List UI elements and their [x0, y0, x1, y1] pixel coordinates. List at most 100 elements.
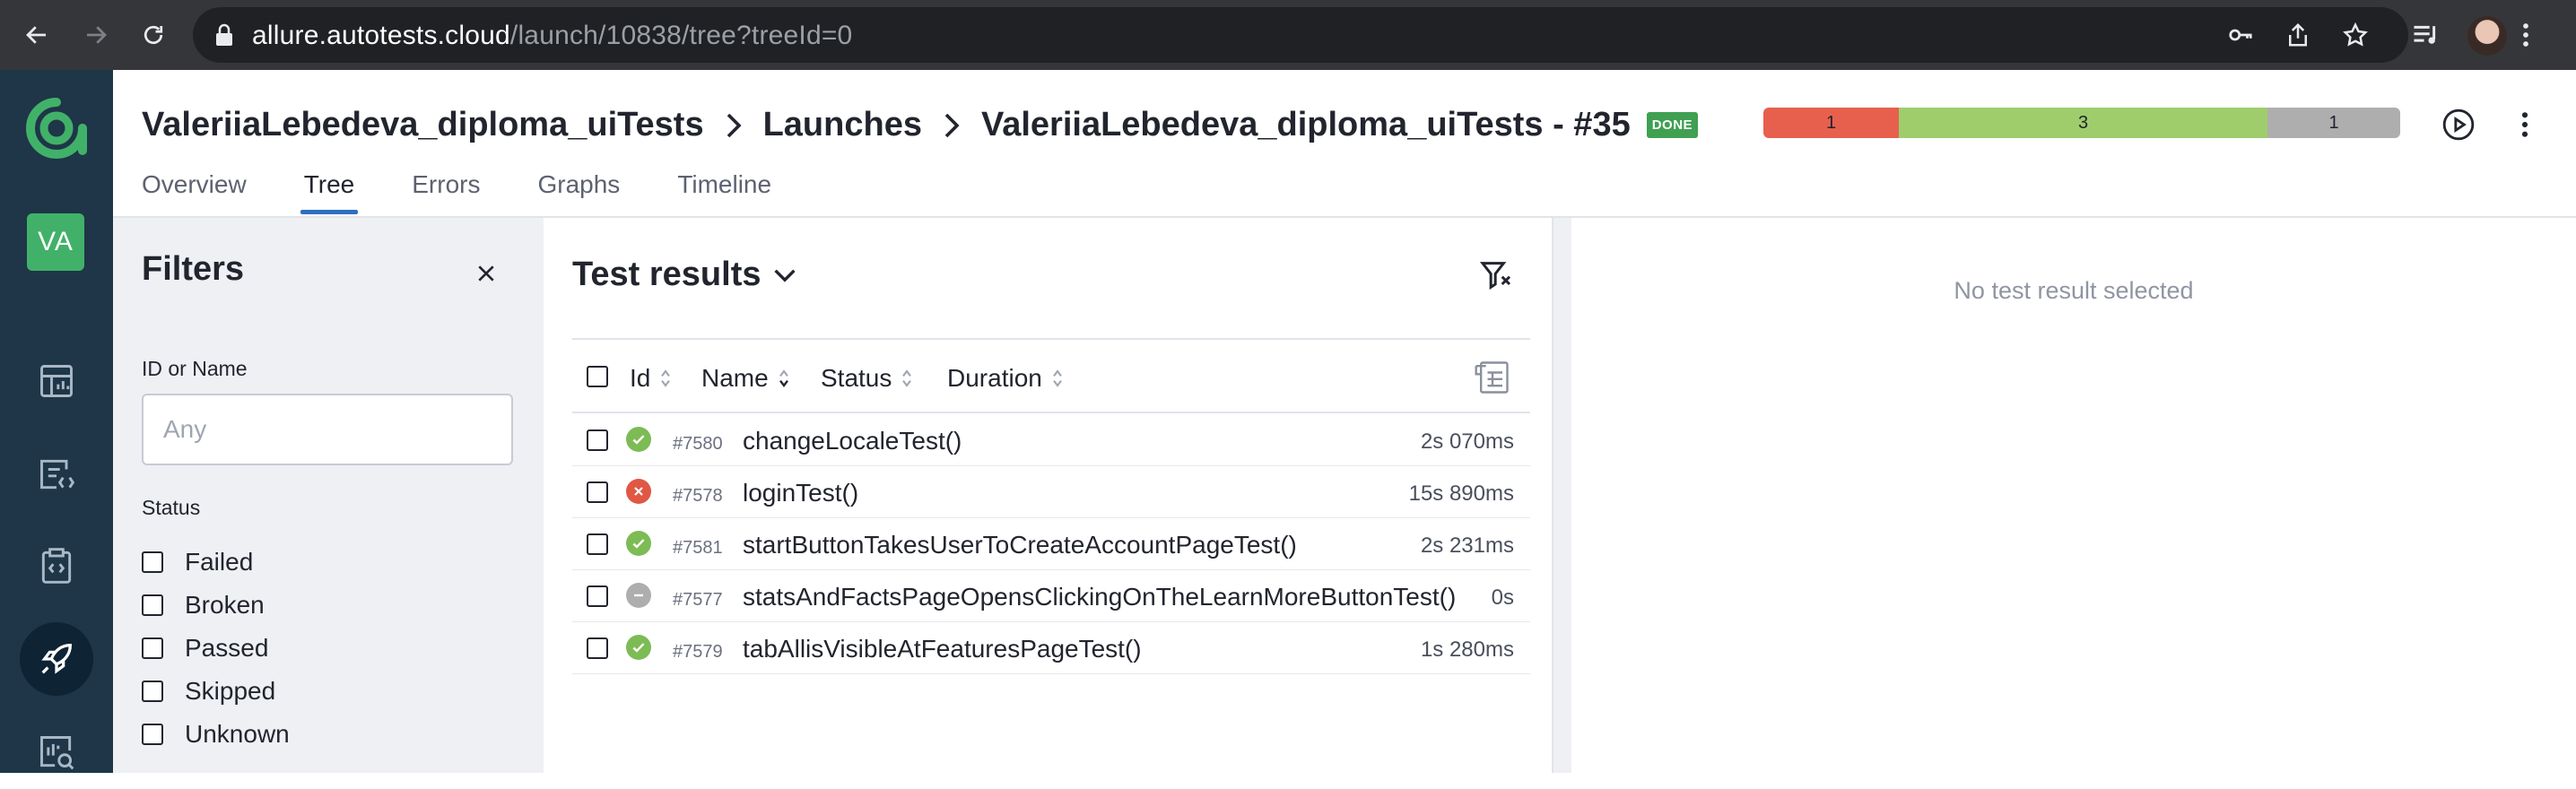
url-host: allure.autotests.cloud	[252, 21, 510, 50]
back-arrow-icon[interactable]	[18, 16, 56, 54]
launches-list-icon[interactable]	[20, 438, 93, 511]
row-checkbox[interactable]	[587, 585, 608, 607]
column-status[interactable]: Status	[821, 364, 913, 393]
share-icon[interactable]	[2279, 16, 2317, 54]
select-all-checkbox[interactable]	[587, 366, 608, 387]
test-name[interactable]: statsAndFactsPageOpensClickingOnTheLearn…	[743, 583, 1456, 611]
chevron-right-icon	[942, 112, 962, 139]
table-row[interactable]: #7577 statsAndFactsPageOpensClickingOnTh…	[572, 570, 1530, 622]
sort-icon	[778, 368, 790, 389]
key-icon[interactable]	[2222, 16, 2259, 54]
test-duration: 2s 231ms	[1420, 533, 1514, 558]
column-duration[interactable]: Duration	[947, 364, 1064, 393]
column-status-label: Status	[821, 364, 892, 392]
tab-overview[interactable]: Overview	[142, 170, 247, 212]
test-id: #7578	[673, 486, 723, 506]
project-avatar[interactable]: VA	[27, 213, 84, 271]
left-sidebar: VA	[0, 70, 113, 773]
rerun-play-icon[interactable]	[2440, 106, 2477, 143]
column-name-label: Name	[701, 364, 769, 392]
results-table-header: Id Name Status Duration	[572, 338, 1530, 413]
table-row[interactable]: #7580 changeLocaleTest() 2s 070ms	[572, 414, 1530, 466]
status-option-label: Broken	[185, 591, 265, 619]
reload-icon[interactable]	[135, 16, 172, 54]
chevron-down-icon	[773, 267, 796, 283]
test-id: #7581	[673, 538, 723, 558]
test-id: #7580	[673, 434, 723, 454]
test-name[interactable]: startButtonTakesUserToCreateAccountPageT…	[743, 531, 1297, 559]
column-id[interactable]: Id	[630, 364, 672, 393]
bookmark-star-icon[interactable]	[2337, 16, 2374, 54]
launch-statistic-bar[interactable]: 1 3 1	[1763, 108, 2400, 138]
tree-view-icon[interactable]	[1473, 358, 1512, 397]
results-title: Test results	[572, 256, 761, 293]
allure-logo-icon[interactable]	[25, 97, 88, 160]
analytics-search-icon[interactable]	[20, 715, 93, 789]
browser-menu-icon[interactable]	[2507, 16, 2545, 54]
clear-filter-icon[interactable]	[1476, 256, 1516, 295]
checkbox[interactable]	[142, 681, 163, 702]
id-name-input[interactable]	[142, 394, 513, 465]
test-duration: 0s	[1491, 585, 1514, 610]
test-name[interactable]: changeLocaleTest()	[743, 427, 962, 455]
passed-status-icon	[626, 427, 651, 452]
address-bar[interactable]: allure.autotests.cloud/launch/10838/tree…	[193, 7, 2408, 63]
tab-timeline[interactable]: Timeline	[677, 170, 771, 212]
test-duration: 2s 070ms	[1420, 429, 1514, 454]
failed-status-icon	[626, 479, 651, 504]
stat-skipped[interactable]: 1	[2267, 108, 2400, 138]
more-menu-icon[interactable]	[2506, 106, 2544, 143]
url-text: allure.autotests.cloud/launch/10838/tree…	[252, 21, 852, 51]
status-option-broken[interactable]: Broken	[142, 591, 265, 620]
table-row[interactable]: #7578 loginTest() 15s 890ms	[572, 466, 1530, 518]
table-row[interactable]: #7581 startButtonTakesUserToCreateAccoun…	[572, 518, 1530, 570]
reading-list-icon[interactable]	[2407, 16, 2445, 54]
browser-toolbar: allure.autotests.cloud/launch/10838/tree…	[0, 0, 2576, 70]
column-id-label: Id	[630, 364, 651, 392]
status-label: Status	[142, 496, 201, 519]
passed-status-icon	[626, 531, 651, 556]
forward-arrow-icon[interactable]	[77, 16, 115, 54]
status-option-label: Skipped	[185, 677, 276, 705]
checkbox[interactable]	[142, 594, 163, 616]
results-title-dropdown[interactable]: Test results	[572, 256, 796, 294]
checkbox[interactable]	[142, 724, 163, 745]
profile-avatar[interactable]	[2467, 16, 2507, 56]
breadcrumb: ValeriiaLebedeva_diploma_uiTests Launche…	[142, 106, 1699, 144]
sort-icon	[659, 368, 672, 389]
table-row[interactable]: #7579 tabAllisVisibleAtFeaturesPageTest(…	[572, 622, 1530, 674]
status-option-skipped[interactable]: Skipped	[142, 677, 275, 706]
filters-title: Filters	[142, 250, 245, 288]
breadcrumb-project[interactable]: ValeriiaLebedeva_diploma_uiTests	[142, 106, 704, 144]
close-icon[interactable]	[468, 256, 504, 291]
tab-tree[interactable]: Tree	[300, 170, 358, 214]
dashboards-icon[interactable]	[20, 344, 93, 418]
column-name[interactable]: Name	[701, 364, 790, 393]
row-checkbox[interactable]	[587, 481, 608, 503]
stat-failed[interactable]: 1	[1763, 108, 1899, 138]
status-option-passed[interactable]: Passed	[142, 634, 268, 663]
tab-graphs[interactable]: Graphs	[537, 170, 620, 212]
checkbox[interactable]	[142, 551, 163, 573]
tab-errors[interactable]: Errors	[412, 170, 480, 212]
test-name[interactable]: loginTest()	[743, 479, 858, 507]
test-id: #7577	[673, 590, 723, 610]
launches-rocket-icon[interactable]	[20, 622, 93, 696]
sort-icon	[1051, 368, 1064, 389]
stat-passed[interactable]: 3	[1899, 108, 2267, 138]
status-option-label: Unknown	[185, 720, 290, 748]
row-checkbox[interactable]	[587, 637, 608, 659]
empty-state-message: No test result selected	[1954, 277, 2194, 304]
id-name-label: ID or Name	[142, 357, 248, 380]
test-cases-icon[interactable]	[20, 529, 93, 603]
checkbox[interactable]	[142, 637, 163, 659]
test-duration: 1s 280ms	[1420, 637, 1514, 662]
row-checkbox[interactable]	[587, 429, 608, 451]
breadcrumb-launches[interactable]: Launches	[763, 106, 922, 144]
status-option-failed[interactable]: Failed	[142, 548, 253, 577]
test-result-detail-panel: No test result selected	[1553, 218, 2576, 773]
status-option-unknown[interactable]: Unknown	[142, 720, 290, 749]
test-name[interactable]: tabAllisVisibleAtFeaturesPageTest()	[743, 635, 1142, 663]
row-checkbox[interactable]	[587, 533, 608, 555]
column-duration-label: Duration	[947, 364, 1042, 392]
